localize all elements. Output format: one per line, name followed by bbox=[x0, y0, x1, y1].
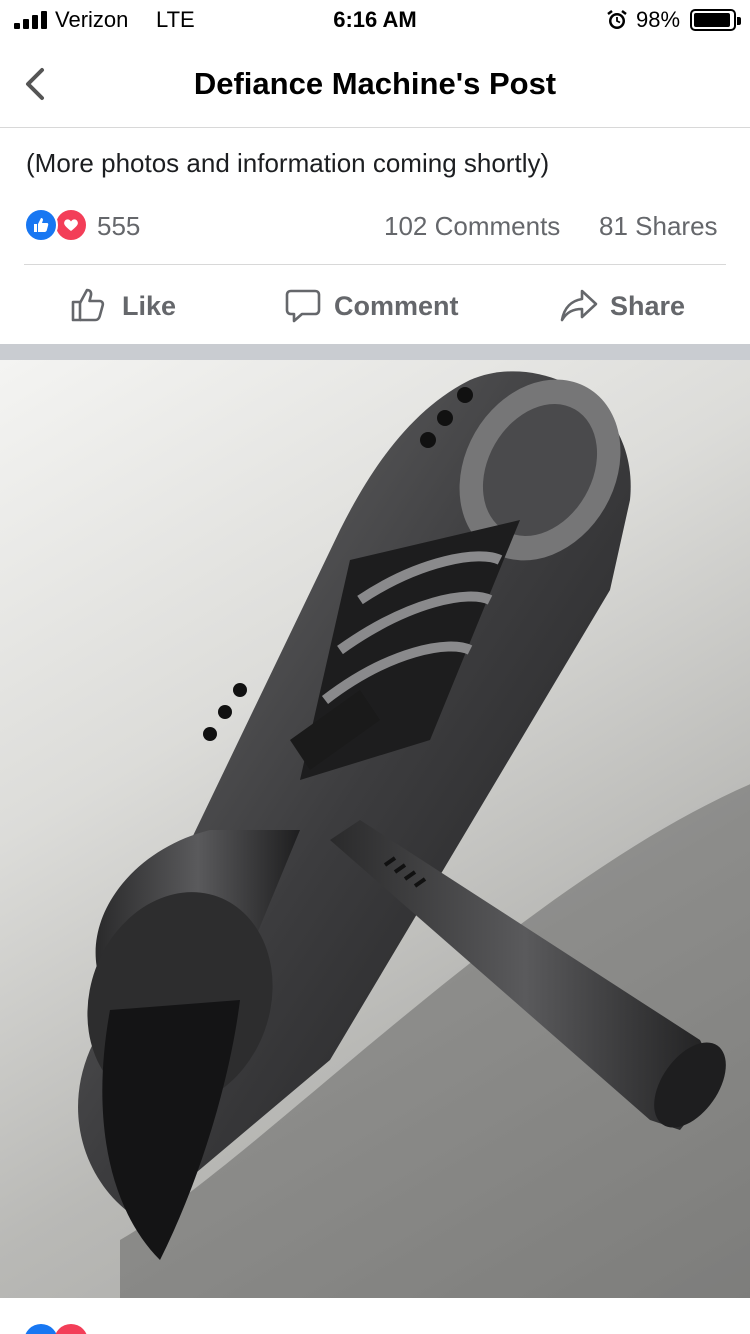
status-bar: Verizon LTE 6:16 AM 98% bbox=[0, 0, 750, 40]
comment-bubble-icon bbox=[285, 289, 321, 323]
page-title: Defiance Machine's Post bbox=[193, 66, 557, 101]
like-icon bbox=[24, 208, 58, 242]
comments-count-link[interactable]: 102 Comments bbox=[384, 211, 560, 242]
like-label: Like bbox=[122, 291, 177, 321]
next-post-preview bbox=[0, 1298, 750, 1334]
post-text: (More photos and information coming shor… bbox=[26, 148, 550, 178]
navigation-header: Defiance Machine's Post bbox=[0, 40, 750, 128]
love-icon bbox=[54, 1324, 88, 1334]
share-arrow-icon bbox=[560, 289, 598, 322]
share-button[interactable]: Share bbox=[560, 282, 700, 330]
love-icon bbox=[54, 208, 88, 242]
rifle-bolt-action-image bbox=[78, 371, 750, 1298]
post-photo[interactable] bbox=[0, 360, 750, 1298]
like-button[interactable]: Like bbox=[70, 282, 190, 330]
share-label: Share bbox=[610, 291, 686, 321]
section-separator bbox=[0, 344, 750, 360]
divider bbox=[24, 264, 726, 265]
reaction-count: 555 bbox=[97, 211, 141, 241]
thumbs-up-icon bbox=[71, 288, 105, 322]
shares-count-link[interactable]: 81 Shares bbox=[599, 211, 718, 242]
battery-percent: 98% bbox=[636, 7, 681, 32]
battery-icon bbox=[690, 9, 741, 31]
like-icon bbox=[24, 1324, 58, 1334]
comment-label: Comment bbox=[334, 291, 459, 321]
alarm-icon bbox=[607, 10, 627, 29]
comment-button[interactable]: Comment bbox=[284, 282, 474, 330]
